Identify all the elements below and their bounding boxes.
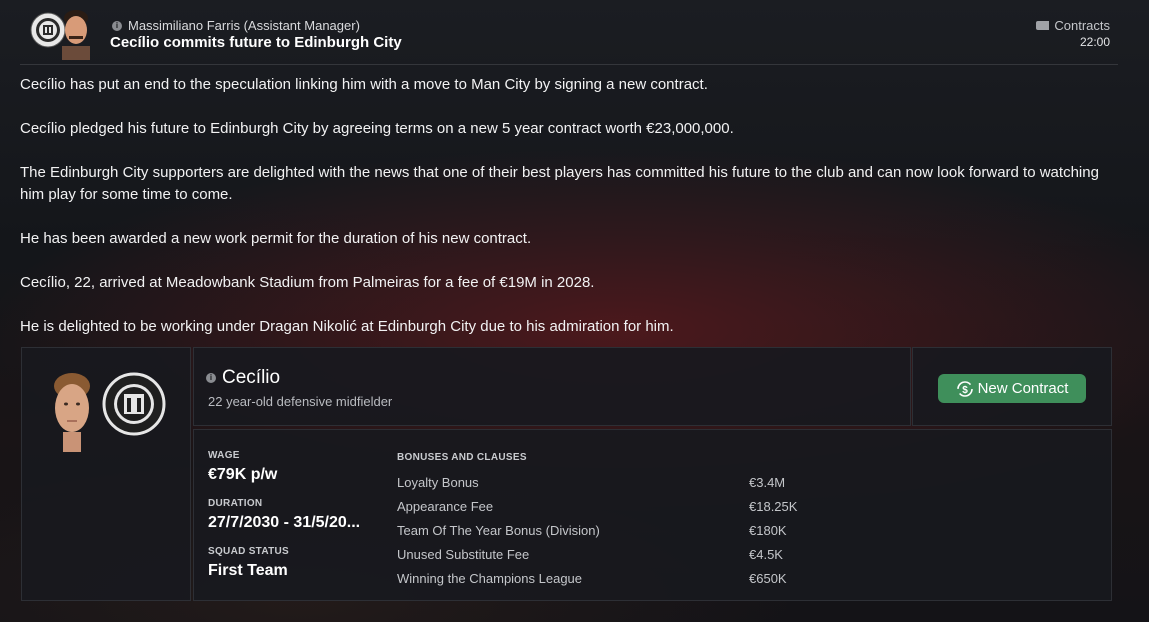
bonus-row: Appearance Fee €18.25K — [397, 494, 1057, 518]
bonus-name: Appearance Fee — [397, 498, 494, 514]
bonus-value: €650K — [749, 570, 787, 586]
bonus-value: €18.25K — [749, 498, 798, 514]
new-contract-label: New Contract — [977, 380, 1069, 397]
body-paragraph: Cecílio, 22, arrived at Meadowbank Stadi… — [20, 274, 595, 291]
action-panel: $ New Contract — [912, 347, 1112, 426]
bonus-name: Winning the Champions League — [397, 570, 583, 586]
player-description: 22 year-old defensive midfielder — [208, 394, 393, 409]
body-paragraph: He has been awarded a new work permit fo… — [20, 230, 532, 247]
bonus-value: €3.4M — [749, 474, 786, 490]
category-label[interactable]: Contracts — [1036, 18, 1110, 33]
contract-cycle-icon: $ — [956, 380, 973, 397]
bonus-value: €4.5K — [749, 546, 783, 562]
duration-value: 27/7/2030 - 31/5/20... — [208, 514, 361, 531]
bonuses-list: Loyalty Bonus €3.4M Appearance Fee €18.2… — [397, 470, 1057, 590]
message-body: Cecílio has put an end to the speculatio… — [20, 74, 1100, 360]
bonuses-header: BONUSES AND CLAUSES — [397, 452, 527, 463]
player-name-row[interactable]: i Cecílio — [206, 367, 280, 389]
info-icon[interactable]: i — [112, 20, 122, 31]
bonus-name: Team Of The Year Bonus (Division) — [397, 522, 600, 538]
body-paragraph: Cecílio pledged his future to Edinburgh … — [20, 120, 734, 137]
bonus-name: Loyalty Bonus — [397, 474, 479, 490]
bonus-value: €180K — [749, 522, 787, 538]
player-name-panel: i Cecílio 22 year-old defensive midfield… — [193, 347, 911, 426]
body-paragraph: The Edinburgh City supporters are deligh… — [20, 164, 1099, 203]
info-icon[interactable]: i — [206, 373, 216, 383]
sender-line: i Massimiliano Farris (Assistant Manager… — [112, 18, 360, 33]
squad-status-label: SQUAD STATUS — [208, 546, 290, 557]
club-badge-icon[interactable] — [102, 372, 166, 436]
body-paragraph: Cecílio has put an end to the speculatio… — [20, 76, 708, 93]
svg-text:$: $ — [962, 385, 968, 396]
bonus-row: Loyalty Bonus €3.4M — [397, 470, 1057, 494]
body-paragraph: He is delighted to be working under Drag… — [20, 318, 674, 335]
sender-name[interactable]: Massimiliano Farris (Assistant Manager) — [128, 18, 360, 33]
bonus-name: Unused Substitute Fee — [397, 546, 530, 562]
player-name[interactable]: Cecílio — [222, 367, 280, 389]
wage-label: WAGE — [208, 450, 240, 461]
bonus-row: Unused Substitute Fee €4.5K — [397, 542, 1057, 566]
bonus-row: Team Of The Year Bonus (Division) €180K — [397, 518, 1057, 542]
message-time: 22:00 — [1079, 35, 1110, 49]
wage-value: €79K p/w — [208, 466, 278, 483]
tag-icon — [1036, 21, 1050, 30]
new-contract-button[interactable]: $ New Contract — [938, 374, 1086, 403]
player-image-panel — [21, 347, 191, 601]
player-portrait-icon[interactable] — [47, 370, 97, 452]
bonus-row: Winning the Champions League €650K — [397, 566, 1057, 590]
message-title: Cecílio commits future to Edinburgh City — [110, 34, 402, 51]
squad-status-value: First Team — [208, 562, 288, 579]
duration-label: DURATION — [208, 498, 263, 509]
message-header: i Massimiliano Farris (Assistant Manager… — [20, 0, 1118, 65]
category-text: Contracts — [1054, 18, 1110, 33]
contract-details-panel: WAGE €79K p/w DURATION 27/7/2030 - 31/5/… — [193, 429, 1112, 601]
staff-portrait-icon — [62, 10, 90, 60]
